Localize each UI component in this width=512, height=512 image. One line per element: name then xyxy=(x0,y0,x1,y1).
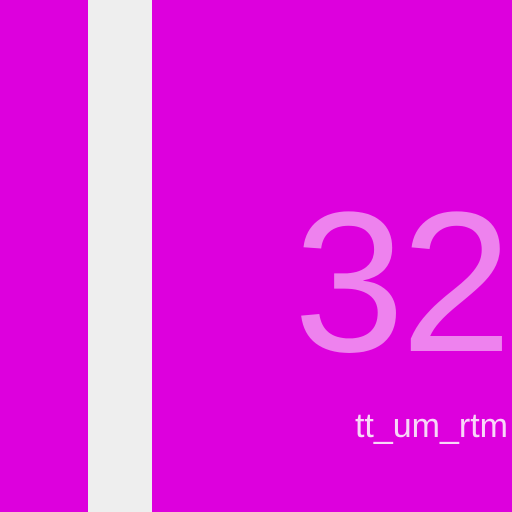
project-label: tt_um_rtm xyxy=(354,407,508,445)
big-number: 32 xyxy=(293,171,512,394)
vertical-strip xyxy=(88,0,152,512)
